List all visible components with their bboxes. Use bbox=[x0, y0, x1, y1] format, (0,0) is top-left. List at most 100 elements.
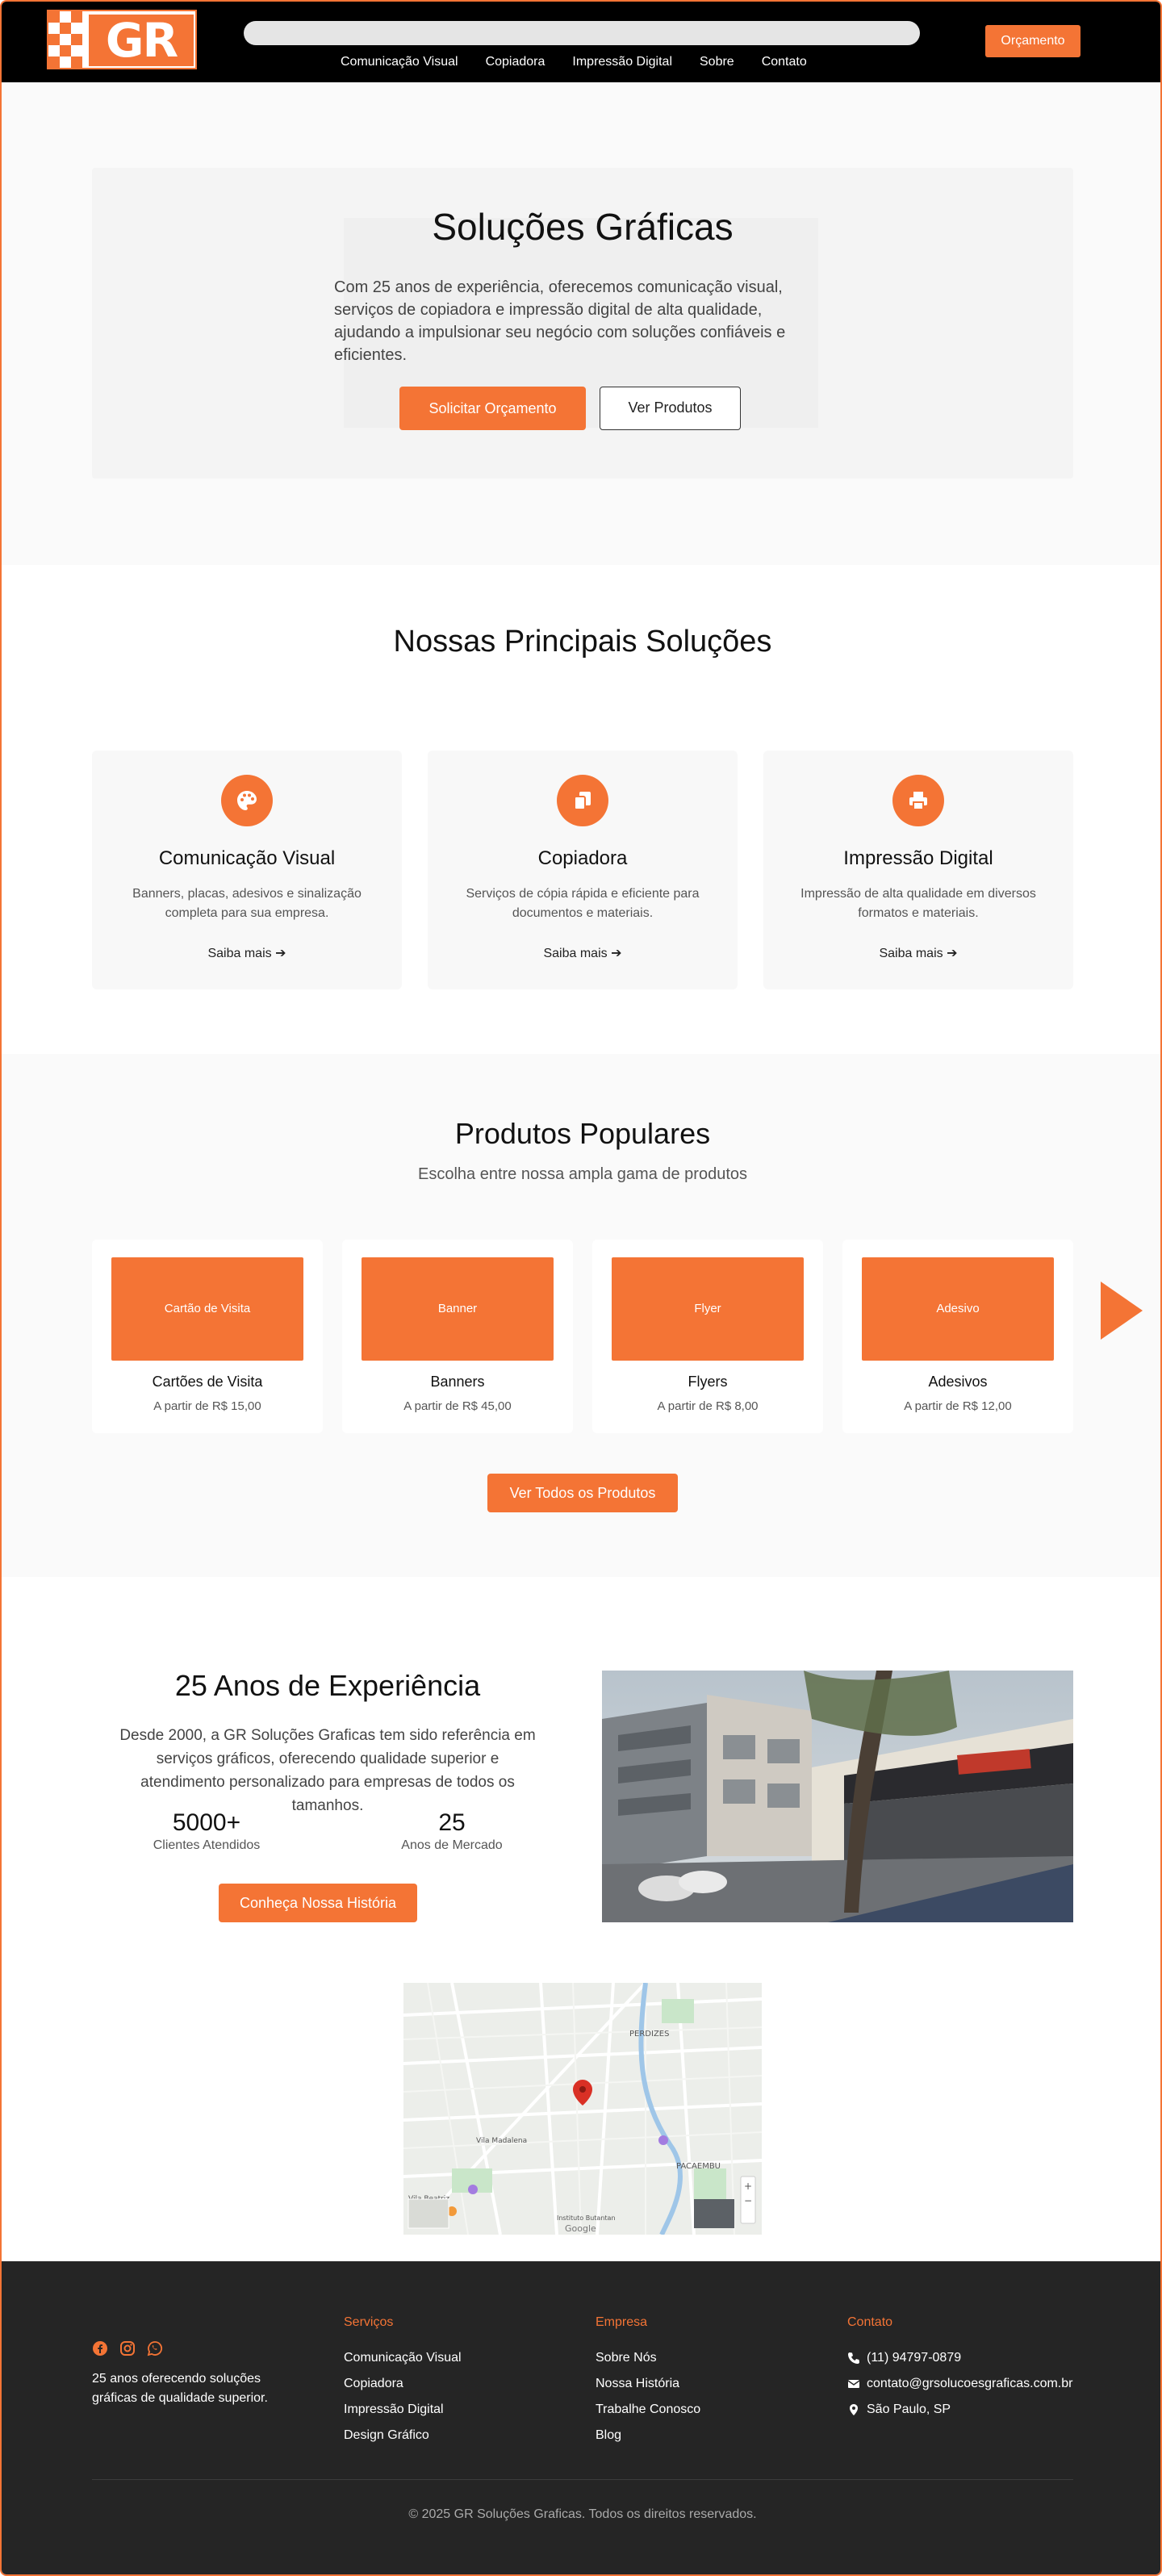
map-label: Instituto Butantan bbox=[557, 2214, 616, 2222]
footer-link[interactable]: Design Gráfico bbox=[344, 2423, 462, 2448]
product-card[interactable]: Flyer Flyers A partir de R$ 8,00 bbox=[592, 1240, 823, 1433]
solution-card: Comunicação Visual Banners, placas, ades… bbox=[92, 751, 402, 989]
footer-divider bbox=[92, 2479, 1073, 2480]
copy-icon bbox=[557, 775, 608, 826]
hero-section: Soluções Gráficas Com 25 anos de experiê… bbox=[2, 82, 1160, 565]
map-label: PERDIZES bbox=[629, 2030, 669, 2039]
footer-link[interactable]: Trabalhe Conosco bbox=[596, 2397, 700, 2423]
carousel-next-arrow-icon[interactable] bbox=[1101, 1282, 1143, 1340]
product-card[interactable]: Adesivo Adesivos A partir de R$ 12,00 bbox=[842, 1240, 1073, 1433]
logo-text: GR bbox=[89, 15, 194, 66]
page-frame: GR Comunicação Visual Copiadora Impressã… bbox=[0, 0, 1162, 2576]
product-image: Cartão de Visita bbox=[111, 1257, 303, 1361]
instagram-icon[interactable] bbox=[119, 2340, 136, 2356]
whatsapp-icon[interactable] bbox=[147, 2340, 163, 2356]
quote-button[interactable]: Orçamento bbox=[985, 25, 1080, 57]
product-image: Adesivo bbox=[862, 1257, 1054, 1361]
product-price: A partir de R$ 8,00 bbox=[657, 1399, 759, 1413]
footer-link[interactable]: Blog bbox=[596, 2423, 700, 2448]
footer-copyright: © 2025 GR Soluções Graficas. Todos os di… bbox=[408, 2507, 757, 2521]
view-products-button[interactable]: Ver Produtos bbox=[600, 387, 741, 430]
stat-value: 5000+ bbox=[172, 1809, 241, 1836]
hero-text: Com 25 anos de experiência, oferecemos c… bbox=[334, 278, 786, 364]
envelope-icon bbox=[847, 2380, 860, 2388]
learn-more-link[interactable]: Saiba mais ➔ bbox=[92, 945, 402, 961]
our-history-button[interactable]: Conheça Nossa História bbox=[219, 1884, 417, 1922]
nav-contato[interactable]: Contato bbox=[762, 52, 807, 72]
footer-services-title: Serviços bbox=[344, 2315, 394, 2329]
product-card[interactable]: Cartão de Visita Cartões de Visita A par… bbox=[92, 1240, 323, 1433]
arrow-right-icon: ➔ bbox=[947, 947, 958, 960]
footer-link[interactable]: Sobre Nós bbox=[596, 2345, 700, 2371]
nav-impressao-digital[interactable]: Impressão Digital bbox=[572, 52, 672, 72]
experience-title: 25 Anos de Experiência bbox=[174, 1669, 481, 1702]
search-input[interactable] bbox=[244, 21, 920, 45]
solution-text: Impressão de alta qualidade em diversos … bbox=[800, 887, 1036, 920]
products-section: Produtos Populares Escolha entre nossa a… bbox=[2, 1054, 1160, 1577]
products-title: Produtos Populares bbox=[454, 1117, 711, 1150]
nav-copiadora[interactable]: Copiadora bbox=[486, 52, 545, 72]
product-image: Banner bbox=[362, 1257, 554, 1361]
learn-more-label: Saiba mais bbox=[207, 947, 272, 960]
footer-email-text: contato@grsolucoesgraficas.com.br bbox=[867, 2377, 1073, 2390]
nav-comunicacao-visual[interactable]: Comunicação Visual bbox=[341, 52, 458, 72]
location-map[interactable]: PERDIZES Vila Madalena PACAEMBU Vila Bea… bbox=[403, 1983, 762, 2235]
nav-sobre[interactable]: Sobre bbox=[700, 52, 734, 72]
printer-icon bbox=[892, 775, 944, 826]
product-name: Cartões de Visita bbox=[152, 1374, 263, 1390]
footer-company-title: Empresa bbox=[596, 2315, 648, 2329]
social-links bbox=[92, 2340, 163, 2356]
product-price: A partir de R$ 15,00 bbox=[153, 1399, 261, 1413]
facebook-icon[interactable] bbox=[92, 2340, 108, 2356]
product-name: Adesivos bbox=[928, 1374, 988, 1390]
footer-contact-title: Contato bbox=[847, 2315, 893, 2329]
product-price: A partir de R$ 45,00 bbox=[403, 1399, 512, 1413]
request-quote-button[interactable]: Solicitar Orçamento bbox=[399, 387, 586, 430]
svg-text:+: + bbox=[744, 2181, 752, 2192]
solution-title: Impressão Digital bbox=[843, 847, 993, 869]
stat-clients: 5000+ Clientes Atendidos bbox=[102, 1809, 311, 1855]
learn-more-link[interactable]: Saiba mais ➔ bbox=[763, 945, 1073, 961]
footer-link[interactable]: Nossa História bbox=[596, 2371, 700, 2397]
footer-phone[interactable]: (11) 94797-0879 bbox=[847, 2345, 1072, 2371]
footer-location: São Paulo, SP bbox=[847, 2397, 1072, 2423]
product-name: Banners bbox=[430, 1374, 485, 1390]
logo[interactable]: GR bbox=[47, 10, 197, 69]
stat-label: Anos de Mercado bbox=[401, 1838, 503, 1852]
footer-link[interactable]: Copiadora bbox=[344, 2371, 462, 2397]
footer-link[interactable]: Impressão Digital bbox=[344, 2397, 462, 2423]
footer-link[interactable]: Comunicação Visual bbox=[344, 2345, 462, 2371]
product-name: Flyers bbox=[688, 1374, 728, 1390]
phone-icon bbox=[848, 2352, 859, 2364]
learn-more-label: Saiba mais bbox=[879, 947, 943, 960]
stat-value: 25 bbox=[438, 1809, 466, 1836]
solution-text: Serviços de cópia rápida e eficiente par… bbox=[466, 887, 700, 920]
palette-icon bbox=[221, 775, 273, 826]
products-subtitle: Escolha entre nossa ampla gama de produt… bbox=[417, 1165, 748, 1183]
main-nav: Comunicação Visual Copiadora Impressão D… bbox=[341, 52, 834, 72]
learn-more-link[interactable]: Saiba mais ➔ bbox=[428, 945, 738, 961]
solutions-title: Nossas Principais Soluções bbox=[393, 625, 772, 659]
site-header: GR Comunicação Visual Copiadora Impressã… bbox=[2, 2, 1160, 82]
map-label: Google bbox=[565, 2223, 596, 2234]
footer-location-text: São Paulo, SP bbox=[867, 2402, 951, 2416]
arrow-right-icon: ➔ bbox=[611, 947, 622, 960]
footer-phone-text: (11) 94797-0879 bbox=[867, 2351, 962, 2365]
product-card[interactable]: Banner Banners A partir de R$ 45,00 bbox=[342, 1240, 573, 1433]
solution-card: Copiadora Serviços de cópia rápida e efi… bbox=[428, 751, 738, 989]
solution-text: Banners, placas, adesivos e sinalização … bbox=[132, 887, 362, 920]
svg-text:−: − bbox=[744, 2195, 752, 2206]
product-image: Flyer bbox=[612, 1257, 804, 1361]
storefront-photo bbox=[602, 1671, 1073, 1922]
view-all-products-button[interactable]: Ver Todos os Produtos bbox=[487, 1474, 678, 1512]
stat-label: Clientes Atendidos bbox=[153, 1838, 261, 1852]
hero-title: Soluções Gráficas bbox=[432, 206, 734, 248]
footer-email[interactable]: contato@grsolucoesgraficas.com.br bbox=[847, 2371, 1072, 2397]
product-price: A partir de R$ 12,00 bbox=[904, 1399, 1012, 1413]
stat-years: 25 Anos de Mercado bbox=[347, 1809, 557, 1855]
map-pin-icon bbox=[850, 2404, 858, 2415]
map-label: Vila Madalena bbox=[476, 2137, 527, 2145]
learn-more-label: Saiba mais bbox=[543, 947, 608, 960]
footer-services: Serviços Comunicação Visual Copiadora Im… bbox=[344, 2315, 462, 2448]
solution-title: Comunicação Visual bbox=[158, 847, 336, 869]
